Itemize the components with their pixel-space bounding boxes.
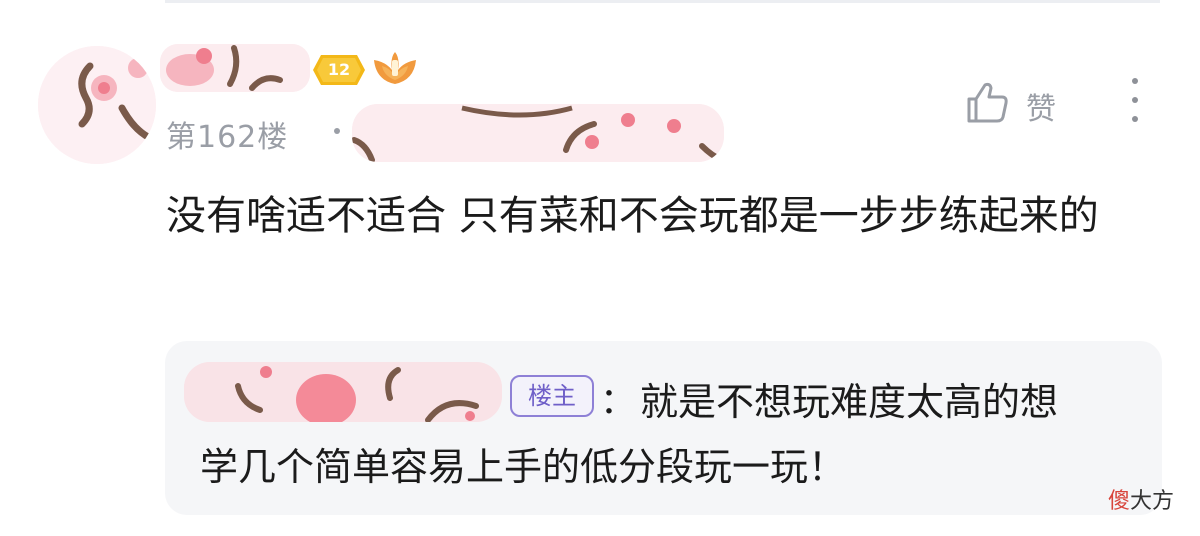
like-label[interactable]: 赞 (1026, 84, 1056, 128)
watermark: 傻大方 (1108, 483, 1174, 515)
watermark-rest: 大方 (1130, 489, 1175, 514)
level-number: 12 (327, 60, 351, 79)
reply-author[interactable] (184, 362, 502, 422)
reply-text-line-2: 学几个简单容易上手的低分段玩一玩！ (200, 445, 847, 489)
comment-content: 没有啥适不适合 只有菜和不会玩都是一步步练起来的 (166, 193, 1099, 239)
more-vertical-icon[interactable] (1124, 78, 1146, 128)
fan-badge-icon (372, 52, 418, 88)
thumb-up-icon[interactable] (964, 79, 1012, 127)
username[interactable] (160, 44, 310, 92)
floor-number: 第162楼 (166, 120, 289, 155)
watermark-first-char: 傻 (1108, 489, 1131, 514)
op-tag: 楼主 (510, 375, 594, 417)
top-divider (165, 0, 1160, 3)
reply-colon: ： (600, 381, 637, 422)
separator-dot (334, 128, 340, 134)
reply-text-line-1: 就是不想玩难度太高的想 (640, 380, 1059, 424)
avatar[interactable] (38, 46, 156, 164)
level-badge-icon: 12 (313, 55, 365, 85)
post-source (352, 104, 724, 162)
